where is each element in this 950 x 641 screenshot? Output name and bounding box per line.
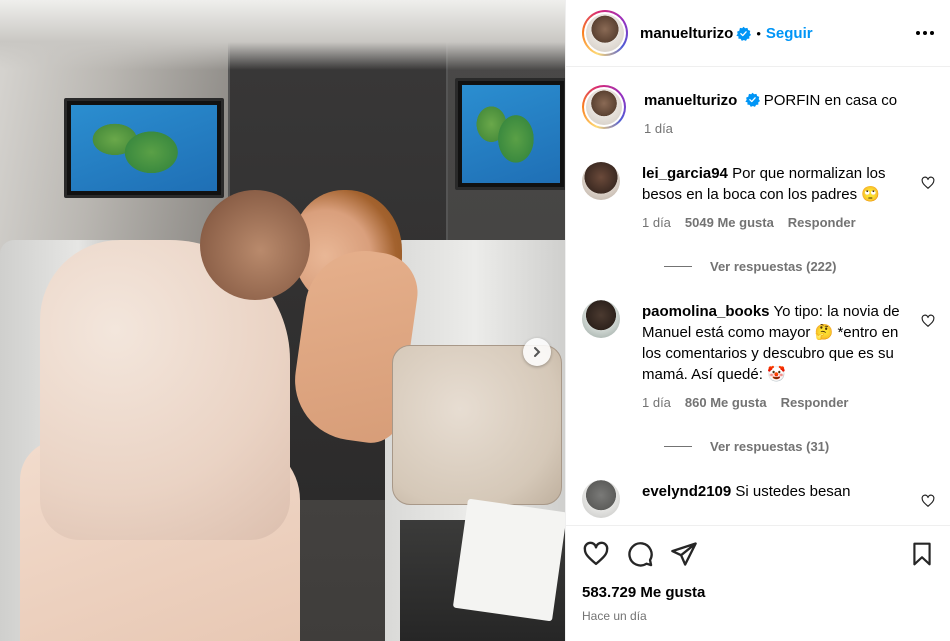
caption-time: 1 día	[644, 121, 673, 136]
follow-button[interactable]: Seguir	[766, 25, 813, 42]
cabin-screen-right	[455, 78, 565, 190]
bookmark-icon[interactable]	[909, 540, 935, 568]
share-icon[interactable]	[670, 540, 698, 568]
action-bar: 583.729 Me gusta Hace un día	[566, 525, 950, 641]
post-photo	[0, 0, 565, 641]
caption-text: PORFIN en casa co	[763, 92, 898, 109]
caption-username[interactable]: manuelturizo	[644, 92, 737, 109]
verified-badge-icon	[736, 26, 752, 41]
view-replies-button[interactable]: Ver respuestas (222)	[664, 259, 935, 274]
comment-text: Si ustedes besan	[735, 483, 851, 500]
comment-avatar[interactable]	[582, 480, 620, 518]
cabin-screen-left	[64, 98, 224, 198]
verified-badge-icon	[744, 92, 760, 107]
reply-button[interactable]: Responder	[788, 212, 856, 233]
comment-likes[interactable]: 5049 Me gusta	[685, 212, 774, 233]
comment-time: 1 día	[642, 395, 671, 410]
chevron-right-icon	[534, 347, 541, 357]
comment-like-heart-icon[interactable]	[921, 494, 935, 508]
reply-button[interactable]: Responder	[781, 392, 849, 413]
comment-item: lei_garcia94 Por que normalizan los beso…	[582, 162, 935, 233]
heart-icon[interactable]	[582, 540, 610, 568]
comment-likes[interactable]: 860 Me gusta	[685, 392, 767, 413]
comment-item: paomolina_books Yo tipo: la novia de Man…	[582, 300, 935, 413]
caption: manuelturizo PORFIN en casa co 1 día	[582, 85, 935, 139]
comment-time: 1 día	[642, 215, 671, 230]
comment-avatar[interactable]	[582, 300, 620, 338]
more-options-icon[interactable]	[916, 31, 934, 35]
comment-avatar[interactable]	[582, 162, 620, 200]
caption-avatar[interactable]	[582, 85, 626, 129]
comment-username[interactable]: evelynd2109	[642, 483, 731, 500]
comment-username[interactable]: paomolina_books	[642, 303, 770, 320]
post-timestamp: Hace un día	[582, 609, 647, 623]
rolling-eyes-emoji: 🙄	[861, 186, 881, 203]
comments-list[interactable]: manuelturizo PORFIN en casa co 1 día lei…	[566, 68, 950, 524]
view-replies-button[interactable]: Ver respuestas (31)	[664, 439, 935, 454]
comment-like-heart-icon[interactable]	[921, 176, 935, 190]
handbag	[392, 345, 562, 505]
post-header: manuelturizo • Seguir	[566, 0, 950, 67]
thinking-emoji: 🤔	[814, 324, 834, 341]
header-username[interactable]: manuelturizo	[640, 25, 733, 42]
comment-username[interactable]: lei_garcia94	[642, 165, 728, 182]
clown-emoji: 🤡	[767, 366, 786, 383]
likes-count[interactable]: 583.729 Me gusta	[582, 584, 935, 601]
comment-item: evelynd2109 Si ustedes besan	[582, 480, 935, 518]
comment-icon[interactable]	[626, 540, 654, 568]
post-side-panel: manuelturizo • Seguir manuelturizo PORFI…	[565, 0, 950, 641]
comment-like-heart-icon[interactable]	[921, 314, 935, 328]
next-photo-button[interactable]	[523, 338, 551, 366]
avatar[interactable]	[582, 10, 628, 56]
